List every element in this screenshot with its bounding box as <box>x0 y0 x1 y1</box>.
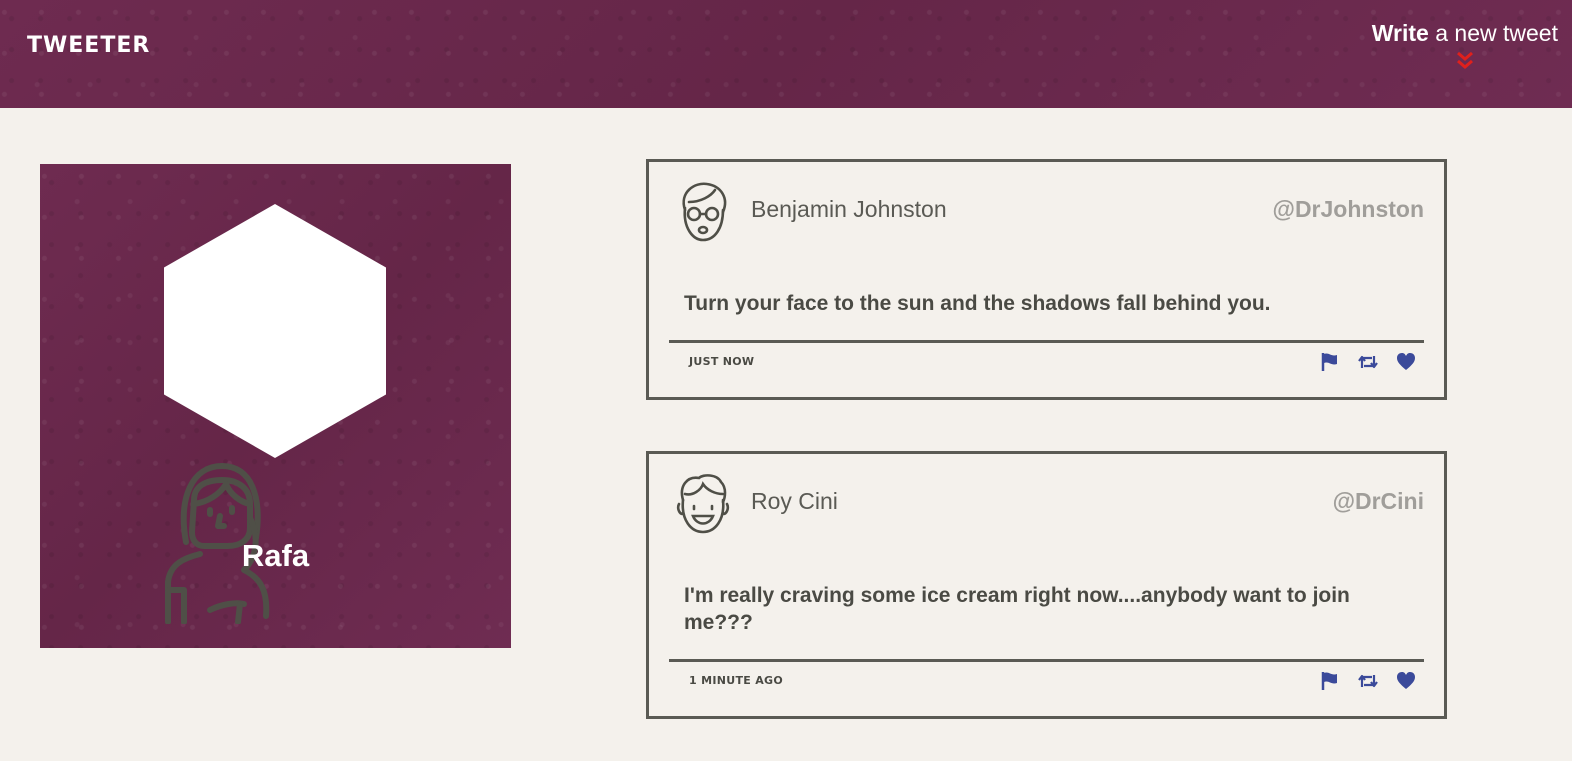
tweet-text: I'm really craving some ice cream right … <box>684 584 1350 634</box>
flag-icon[interactable] <box>1320 352 1340 372</box>
tweet-author-name[interactable]: Benjamin Johnston <box>751 196 947 223</box>
smiling-man-avatar-icon[interactable] <box>673 472 733 536</box>
tweet-author-name[interactable]: Roy Cini <box>751 488 838 515</box>
tweet-card: Benjamin Johnston @DrJohnston Turn your … <box>646 159 1447 400</box>
tweet-card: Roy Cini @DrCini I'm really craving some… <box>646 451 1447 719</box>
profile-name: Rafa <box>241 538 310 573</box>
tweet-text: Turn your face to the sun and the shadow… <box>684 292 1271 315</box>
tweet-actions <box>1320 352 1416 372</box>
heart-icon[interactable] <box>1396 671 1416 691</box>
retweet-icon[interactable] <box>1358 671 1378 691</box>
compose-label-bold: Write <box>1371 20 1429 46</box>
double-chevron-down-icon <box>1456 51 1473 69</box>
tweet-footer: JUST NOW <box>669 340 1424 383</box>
tweet-timestamp: JUST NOW <box>689 355 755 368</box>
heart-icon[interactable] <box>1396 352 1416 372</box>
tweet-timestamp: 1 MINUTE AGO <box>689 674 784 687</box>
tweet-header: Roy Cini @DrCini <box>673 472 1424 536</box>
man-with-glasses-avatar-icon[interactable] <box>673 180 733 244</box>
tweet-author-handle[interactable]: @DrCini <box>1333 488 1424 515</box>
compose-label-rest: a new tweet <box>1428 20 1558 46</box>
tweet-actions <box>1320 671 1416 691</box>
tweet-author-handle[interactable]: @DrJohnston <box>1273 196 1424 223</box>
compose-tweet-button[interactable]: Write a new tweet <box>1372 20 1558 73</box>
retweet-icon[interactable] <box>1358 352 1378 372</box>
tweet-footer: 1 MINUTE AGO <box>669 659 1424 702</box>
profile-avatar-frame <box>164 204 386 625</box>
profile-card: Rafa <box>40 164 511 648</box>
top-nav: TWEETER Write a new tweet <box>0 0 1572 108</box>
brand-logo[interactable]: TWEETER <box>27 33 150 58</box>
flag-icon[interactable] <box>1320 671 1340 691</box>
tweet-header: Benjamin Johnston @DrJohnston <box>673 180 1424 244</box>
